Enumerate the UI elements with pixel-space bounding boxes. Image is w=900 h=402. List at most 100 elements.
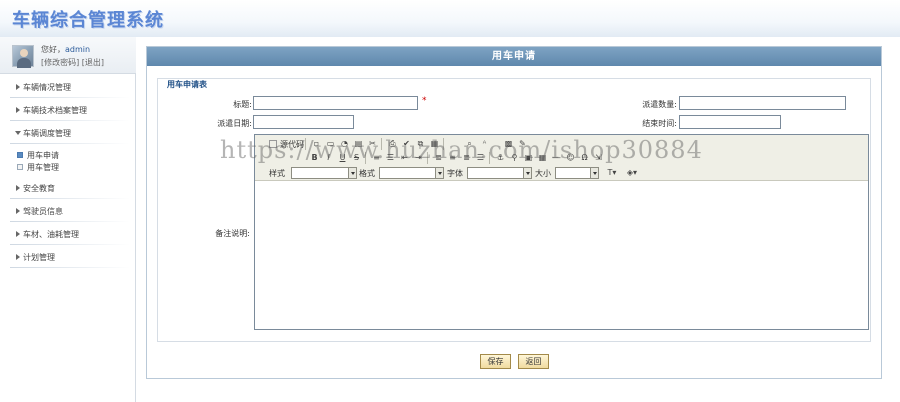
title-label: 标题: — [233, 100, 252, 109]
chevron-down-icon — [523, 168, 531, 178]
sidebar-item-vehicle-dispatch[interactable]: 车辆调度管理 — [0, 123, 136, 145]
chevron-right-icon — [16, 84, 20, 90]
align-center-icon[interactable]: ≡ — [447, 152, 458, 163]
chevron-right-icon — [16, 208, 20, 214]
chevron-down-icon — [15, 131, 21, 135]
sidebar-subitem-label: 用车申请 — [27, 151, 59, 160]
new-page-icon[interactable]: ▭ — [325, 138, 336, 149]
back-button[interactable]: 返回 — [518, 354, 549, 369]
indent-icon[interactable]: ⇥ — [413, 152, 424, 163]
toolbar-separator — [381, 138, 382, 150]
remove-format-icon[interactable]: ✎ — [517, 138, 528, 149]
sidebar-item-label: 车辆技术档案管理 — [23, 106, 87, 115]
chevron-down-icon — [435, 168, 443, 178]
preview-icon[interactable]: ◔ — [339, 138, 350, 149]
sidebar-item-label: 安全教育 — [23, 184, 55, 193]
ordered-list-icon[interactable]: ≡ — [371, 152, 382, 163]
sidebar-item-label: 车辆调度管理 — [23, 129, 71, 138]
unordered-list-icon[interactable]: ☰ — [385, 152, 396, 163]
save-button[interactable]: 保存 — [480, 354, 511, 369]
user-name: admin — [65, 45, 91, 54]
italic-icon[interactable]: I — [323, 152, 334, 163]
avatar — [12, 45, 34, 68]
sidebar-item-materials-fuel[interactable]: 车材、油耗管理 — [0, 224, 136, 246]
quantity-input[interactable] — [679, 96, 846, 110]
end-time-label: 结束时间: — [642, 119, 677, 128]
find-icon[interactable]: ⌕ — [464, 138, 475, 149]
sidebar-item-plan-management[interactable]: 计划管理 — [0, 247, 136, 269]
greeting: 您好，admin — [41, 44, 90, 55]
spellcheck-icon[interactable]: ✔ — [401, 138, 412, 149]
toolbar-row-1: 源代码 ▫ ▭ ◔ ▤ ✂ ⎙ ✔ ⧉ ▦ ⌕ ᴬ ▩ ✎ — [259, 137, 864, 151]
toolbar-separator — [365, 152, 366, 164]
title-input[interactable] — [253, 96, 418, 110]
align-right-icon[interactable]: ≣ — [461, 152, 472, 163]
unlink-icon[interactable]: ⚲ — [509, 152, 520, 163]
format-select[interactable] — [379, 167, 444, 179]
chevron-right-icon — [16, 185, 20, 191]
bold-icon[interactable]: B — [309, 152, 320, 163]
table-icon[interactable]: ▦ — [537, 152, 548, 163]
greeting-prefix: 您好， — [41, 45, 65, 54]
select-all-icon[interactable]: ▩ — [503, 138, 514, 149]
bg-color-icon[interactable]: ◈▾ — [624, 167, 640, 178]
toolbar-separator — [489, 152, 490, 164]
sidebar-item-driver-info[interactable]: 驾驶员信息 — [0, 201, 136, 223]
page-break-icon[interactable]: ⇲ — [593, 152, 604, 163]
replace-icon[interactable]: ᴬ — [479, 138, 490, 149]
logout-link[interactable]: [退出] — [82, 58, 104, 67]
save-doc-icon[interactable]: ▫ — [311, 138, 322, 149]
image-icon[interactable]: ▣ — [523, 152, 534, 163]
strikethrough-icon[interactable]: S — [351, 152, 362, 163]
sidebar-item-vehicle-tech-archive[interactable]: 车辆技术档案管理 — [0, 100, 136, 122]
chevron-down-icon — [590, 168, 598, 178]
source-code-icon[interactable] — [269, 140, 277, 148]
font-label: 字体 — [447, 169, 463, 178]
align-justify-icon[interactable]: ☰ — [475, 152, 486, 163]
outdent-icon[interactable]: ⇤ — [399, 152, 410, 163]
sidebar-subitem-label: 用车管理 — [27, 163, 59, 172]
text-color-icon[interactable]: T▾ — [604, 167, 620, 178]
copy-icon[interactable]: ⧉ — [415, 138, 426, 149]
toolbar-separator — [443, 138, 444, 150]
sidebar-item-label: 车辆情况管理 — [23, 83, 71, 92]
cut-icon[interactable]: ✂ — [367, 138, 378, 149]
chevron-right-icon — [16, 254, 20, 260]
sidebar-item-label: 驾驶员信息 — [23, 207, 63, 216]
chevron-down-icon — [348, 168, 356, 178]
underline-icon[interactable]: U — [337, 152, 348, 163]
toolbar-row-2: B I U S ≡ ☰ ⇤ ⇥ ≣ ≡ ≣ ☰ ⚓ ⚲ ▣ ▦ ― ☺ Ω ⇲ — [259, 151, 864, 165]
horizontal-rule-icon[interactable]: ― — [551, 152, 562, 163]
dispatch-date-input[interactable] — [253, 115, 354, 129]
end-time-input[interactable] — [679, 115, 781, 129]
sidebar-item-label: 计划管理 — [23, 253, 55, 262]
style-select[interactable] — [291, 167, 357, 179]
smiley-icon[interactable]: ☺ — [565, 152, 576, 163]
chevron-right-icon — [16, 107, 20, 113]
align-left-icon[interactable]: ≣ — [433, 152, 444, 163]
sidebar-item-label: 车材、油耗管理 — [23, 230, 79, 239]
format-label: 格式 — [359, 169, 375, 178]
editor-toolbar: 源代码 ▫ ▭ ◔ ▤ ✂ ⎙ ✔ ⧉ ▦ ⌕ ᴬ ▩ ✎ B I U S ≡ … — [255, 135, 868, 181]
special-char-icon[interactable]: Ω — [579, 152, 590, 163]
size-select[interactable] — [555, 167, 599, 179]
remarks-label: 备注说明: — [215, 229, 250, 238]
templates-icon[interactable]: ▤ — [353, 138, 364, 149]
toolbar-separator — [427, 152, 428, 164]
sidebar-item-vehicle-status[interactable]: 车辆情况管理 — [0, 77, 136, 99]
page-title: 用车申请 — [147, 47, 881, 66]
source-code-button[interactable]: 源代码 — [280, 139, 304, 150]
edit-password-link[interactable]: [修改密码] — [41, 58, 79, 67]
editor-content-area[interactable] — [255, 182, 868, 329]
app-logo-title: 车辆综合管理系统 — [12, 10, 164, 31]
sidebar: 您好，admin [修改密码] [退出] 车辆情况管理 车辆技术档案管理 车辆调… — [0, 37, 136, 402]
font-select[interactable] — [467, 167, 532, 179]
header: 车辆综合管理系统 — [0, 0, 900, 37]
print-icon[interactable]: ⎙ — [387, 138, 398, 149]
style-label: 样式 — [269, 169, 285, 178]
sidebar-item-safety-education[interactable]: 安全教育 — [0, 178, 136, 200]
main-panel: 用车申请 用车申请表 标题: * 派遣数量: 派遣日期: 结束时间: 备注说明:… — [146, 46, 882, 379]
link-icon[interactable]: ⚓ — [495, 152, 506, 163]
toolbar-separator — [305, 138, 306, 150]
paste-icon[interactable]: ▦ — [429, 138, 440, 149]
